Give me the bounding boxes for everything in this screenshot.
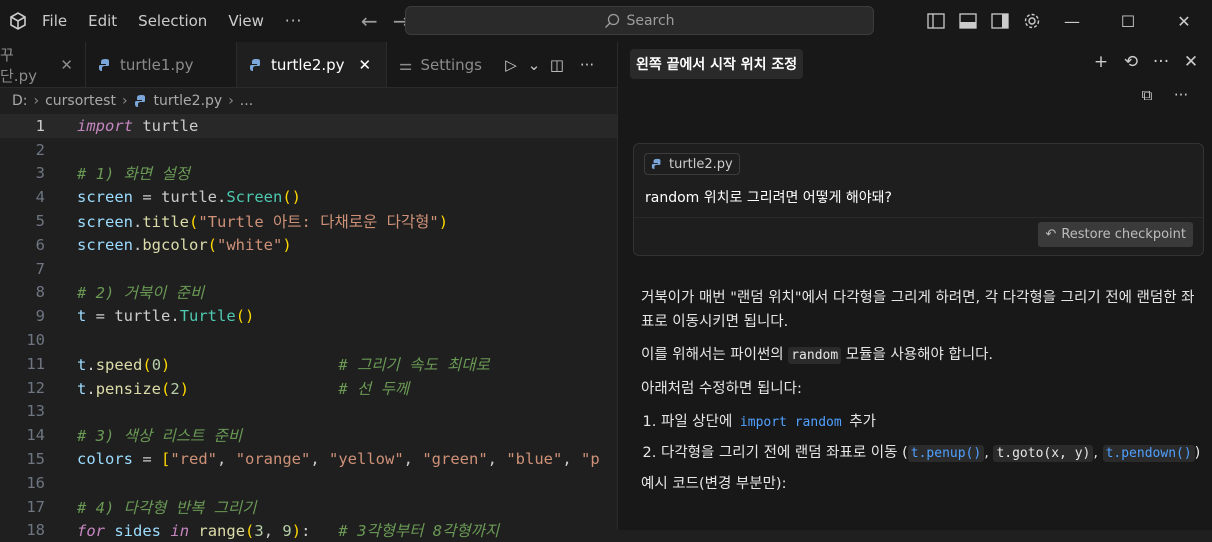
minimize-icon[interactable]: — bbox=[1044, 0, 1100, 42]
tab-label: turtle2.py bbox=[271, 55, 345, 74]
chevron-right-icon: › bbox=[33, 93, 40, 109]
user-message: random 위치로 그리려면 어떻게 해야돼? bbox=[645, 190, 892, 206]
toggle-secondary-sidebar-icon[interactable] bbox=[984, 8, 1016, 34]
python-file-icon bbox=[651, 158, 661, 170]
breadcrumb: D: › cursortest › turtle2.py › ... bbox=[0, 88, 617, 114]
tab-turtle1[interactable]: turtle1.py bbox=[86, 42, 237, 87]
code-line: 16 bbox=[26, 473, 45, 492]
title-bar: File Edit Selection View ··· ← → Search … bbox=[0, 0, 1212, 42]
search-box[interactable]: Search bbox=[405, 6, 874, 35]
run-icon[interactable]: ▷ bbox=[496, 56, 526, 74]
code-line: 7 bbox=[35, 259, 45, 278]
chat-title[interactable]: 왼쪽 끝에서 시작 위치 조정 bbox=[630, 49, 804, 79]
code-line: 12 t.pensize(2) # 선 두께 bbox=[26, 378, 410, 398]
breadcrumb-folder[interactable]: cursortest bbox=[45, 93, 116, 109]
toggle-panel-icon[interactable] bbox=[952, 8, 984, 34]
code-line: 14 # 3) 색상 리스트 준비 bbox=[26, 426, 243, 446]
more-actions-icon[interactable]: ··· bbox=[1164, 86, 1198, 104]
chat-panel: 왼쪽 끝에서 시작 위치 조정 + ⟲ ··· ✕ ⧉ ··· turtle2.… bbox=[618, 42, 1212, 530]
code-line: 3 # 1) 화면 설정 bbox=[35, 164, 191, 184]
code-line: 1 import turtle bbox=[0, 114, 617, 138]
code-line: 11 t.speed(0) # 그리기 속도 최대로 bbox=[26, 354, 490, 374]
inline-code: t.pendown() bbox=[1102, 445, 1195, 462]
editor-area: 꾸단.py ✕ turtle1.py turtle2.py ✕ ⚌ Settin… bbox=[0, 42, 617, 540]
code-line: 15 colors = ["red", "orange", "yellow", "… bbox=[26, 450, 600, 469]
assistant-reply: 거북이가 매번 "랜덤 위치"에서 다각형을 그리게 하려면, 각 다각형을 그… bbox=[641, 286, 1207, 505]
breadcrumb-file[interactable]: turtle2.py bbox=[154, 93, 223, 109]
editor-tabs: 꾸단.py ✕ turtle1.py turtle2.py ✕ ⚌ Settin… bbox=[0, 42, 617, 88]
settings-sliders-icon: ⚌ bbox=[399, 55, 413, 74]
more-actions-icon[interactable]: ··· bbox=[572, 56, 602, 74]
new-chat-icon[interactable]: + bbox=[1086, 52, 1116, 72]
code-line: 13 bbox=[26, 402, 45, 421]
restore-label: Restore checkpoint bbox=[1061, 227, 1186, 242]
toggle-sidebar-icon[interactable] bbox=[920, 8, 952, 34]
chevron-right-icon: › bbox=[121, 93, 128, 109]
more-actions-icon[interactable]: ··· bbox=[1146, 52, 1176, 72]
code-line: 10 bbox=[26, 331, 45, 350]
breadcrumb-more[interactable]: ... bbox=[240, 93, 253, 109]
maximize-icon[interactable]: ☐ bbox=[1100, 0, 1156, 42]
reply-paragraph: 이를 위해서는 파이썬의 random 모듈을 사용해야 합니다. bbox=[641, 347, 994, 364]
menu-more[interactable]: ··· bbox=[285, 12, 302, 30]
tab-turtle2[interactable]: turtle2.py ✕ bbox=[237, 42, 387, 87]
code-line: 4 screen = turtle.Screen() bbox=[35, 188, 302, 207]
file-chip-label: turtle2.py bbox=[669, 156, 733, 172]
chevron-right-icon: › bbox=[228, 93, 234, 109]
user-message-box[interactable]: turtle2.py random 위치로 그리려면 어떻게 해야돼? ↶ Re… bbox=[633, 143, 1204, 256]
inline-code: random bbox=[788, 347, 842, 364]
reply-paragraph: 아래처럼 수정하면 됩니다: bbox=[641, 381, 802, 397]
tab-file-a[interactable]: 꾸단.py ✕ bbox=[0, 42, 86, 87]
vscode-logo-icon bbox=[4, 7, 32, 35]
menu-file[interactable]: File bbox=[42, 12, 67, 30]
tab-label: 꾸단.py bbox=[0, 45, 37, 85]
reply-paragraph: 거북이가 매번 "랜덤 위치"에서 다각형을 그리게 하려면, 각 다각형을 그… bbox=[641, 290, 1195, 330]
run-dropdown-icon[interactable]: ⌄ bbox=[526, 56, 542, 74]
close-tab-icon[interactable]: ✕ bbox=[60, 56, 73, 74]
python-file-icon bbox=[250, 58, 260, 71]
search-placeholder: Search bbox=[626, 12, 675, 29]
code-line: 18 for sides in range(3, 9): # 3각형부터 8각형까… bbox=[26, 521, 500, 541]
undo-icon: ↶ bbox=[1045, 227, 1057, 242]
list-item: 다각형을 그리기 전에 랜덤 좌표로 이동 (t.penup(), t.goto… bbox=[661, 441, 1207, 466]
reply-list: 파일 상단에 import random 추가 다각형을 그리기 전에 랜덤 좌… bbox=[661, 410, 1207, 466]
tab-label: Settings bbox=[420, 55, 482, 74]
code-line: 9t = turtle.Turtle() bbox=[35, 307, 255, 326]
menu-selection[interactable]: Selection bbox=[138, 12, 207, 30]
back-arrow-icon[interactable]: ← bbox=[353, 9, 385, 33]
code-line: 17 # 4) 다각형 반복 그리기 bbox=[26, 497, 257, 517]
code-line: 2 bbox=[35, 140, 45, 159]
split-editor-icon[interactable]: ◫ bbox=[542, 56, 572, 74]
search-icon bbox=[605, 13, 620, 28]
history-icon[interactable]: ⟲ bbox=[1116, 52, 1146, 72]
inline-code: import random bbox=[739, 415, 842, 430]
breadcrumb-drive[interactable]: D: bbox=[12, 93, 28, 109]
restore-checkpoint-button[interactable]: ↶ Restore checkpoint bbox=[1038, 222, 1193, 247]
file-context-chip[interactable]: turtle2.py bbox=[644, 153, 740, 175]
close-panel-icon[interactable]: ✕ bbox=[1176, 52, 1206, 72]
reply-paragraph: 예시 코드(변경 부분만): bbox=[641, 476, 787, 492]
python-file-icon bbox=[134, 95, 145, 107]
menu-edit[interactable]: Edit bbox=[88, 12, 117, 30]
code-line: 8 # 2) 거북이 준비 bbox=[35, 283, 205, 303]
code-line: 6 screen.bgcolor("white") bbox=[35, 235, 292, 254]
close-window-icon[interactable]: ✕ bbox=[1156, 0, 1212, 42]
inline-code: t.goto(x, y) bbox=[993, 445, 1094, 462]
copy-icon[interactable]: ⧉ bbox=[1130, 86, 1164, 104]
tab-label: turtle1.py bbox=[120, 55, 194, 74]
menu-view[interactable]: View bbox=[228, 12, 264, 30]
inline-code: t.penup() bbox=[907, 445, 985, 462]
list-item: 파일 상단에 import random 추가 bbox=[661, 410, 1207, 435]
tab-settings[interactable]: ⚌ Settings bbox=[387, 42, 490, 87]
code-editor[interactable]: 1 import turtle 2 3 # 1) 화면 설정 4 screen = t… bbox=[0, 114, 617, 542]
divider bbox=[634, 217, 1203, 218]
code-line: 5 screen.title("Turtle 아트: 다채로운 다각형") bbox=[35, 212, 449, 232]
python-file-icon bbox=[99, 58, 109, 71]
menu-bar: File Edit Selection View ··· bbox=[42, 12, 323, 30]
close-tab-icon[interactable]: ✕ bbox=[359, 56, 372, 74]
